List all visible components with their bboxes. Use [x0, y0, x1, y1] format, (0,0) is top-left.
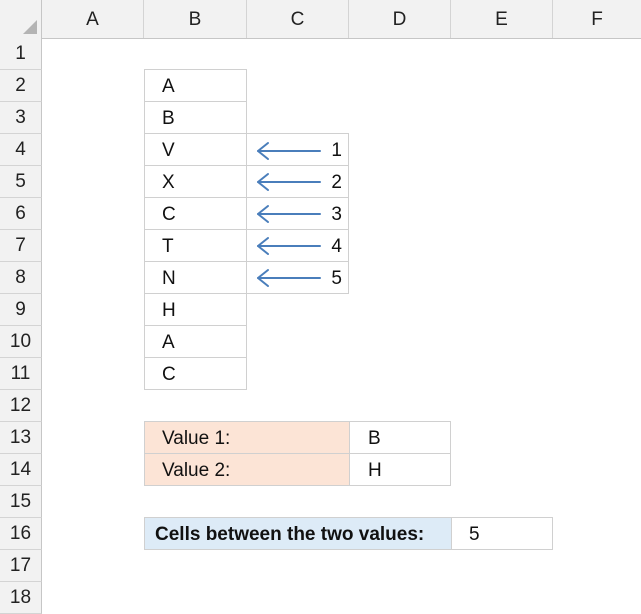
left-arrow-icon: [257, 142, 321, 160]
value1-label[interactable]: Value 1:: [144, 421, 349, 454]
result-value[interactable]: 5: [451, 517, 553, 550]
left-arrow-icon: [257, 269, 321, 287]
left-arrow-icon: [257, 173, 321, 191]
value2-label[interactable]: Value 2:: [144, 454, 349, 486]
left-arrow-icon: [257, 205, 321, 223]
left-arrow-icon: [257, 237, 321, 255]
value1-input[interactable]: B: [349, 421, 451, 454]
result-label[interactable]: Cells between the two values:: [144, 517, 451, 550]
value2-input[interactable]: H: [349, 454, 451, 486]
